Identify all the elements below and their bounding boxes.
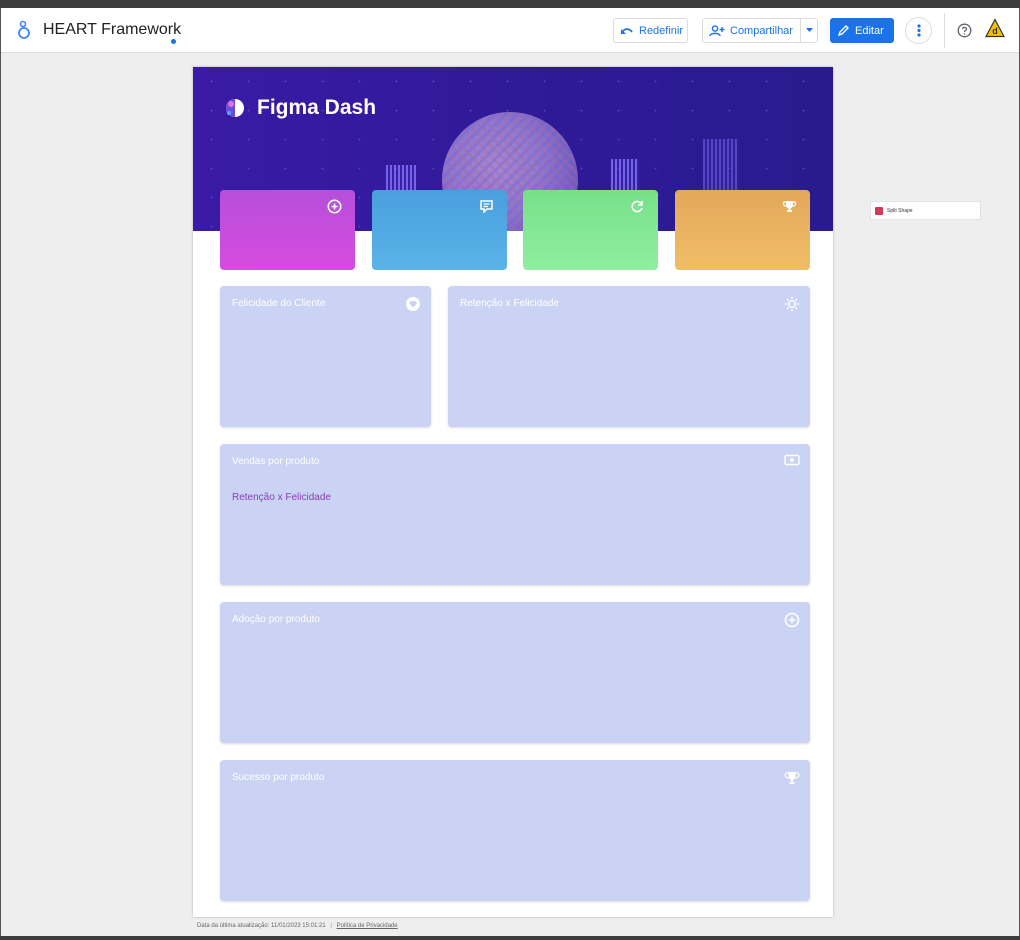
title-cursor-dot (171, 39, 176, 44)
share-dropdown-toggle[interactable] (800, 19, 817, 42)
warning-icon[interactable]: d (985, 18, 1005, 38)
pencil-icon (837, 25, 849, 37)
refresh-icon (631, 200, 643, 213)
kpi-card-success[interactable] (675, 190, 810, 270)
help-icon[interactable] (957, 23, 972, 38)
sun-icon (784, 296, 800, 312)
reset-button-label: Redefinir (639, 24, 684, 37)
toolbar-divider (944, 13, 945, 48)
plus-circle-icon (784, 612, 800, 628)
edit-button[interactable]: Editar (830, 18, 894, 43)
last-update-text: Data da última atualização: 11/01/2023 1… (197, 923, 326, 929)
share-button[interactable]: Compartilhar (702, 18, 818, 43)
extension-label: Split Shape (887, 208, 913, 214)
dashboard-title: Figma Dash (257, 96, 377, 119)
card-title: Vendas por produto (232, 456, 320, 467)
card-title: Sucesso por produto (232, 772, 325, 783)
kpi-card-happiness[interactable] (220, 190, 355, 270)
customer-happiness-card[interactable]: Felicidade do Cliente (220, 286, 431, 427)
report-canvas: Figma Dash Felicidade do Cliente Retençã… (193, 67, 833, 917)
report-title[interactable]: HEART Framework (43, 21, 181, 39)
card-subtitle: Retenção x Felicidade (232, 492, 331, 503)
app-frame: HEART Framework Redefinir Compartilhar E… (0, 8, 1020, 936)
plus-circle-icon (327, 199, 342, 214)
card-title: Adoção por produto (232, 614, 320, 625)
card-title: Felicidade do Cliente (232, 298, 326, 309)
figma-dash-logo-icon (226, 99, 244, 117)
chat-icon (480, 200, 493, 214)
looker-studio-logo-icon[interactable] (17, 20, 31, 40)
split-shape-icon (875, 207, 883, 215)
chevron-down-icon (805, 28, 813, 32)
success-by-product-card[interactable]: Sucesso por produto (220, 760, 810, 901)
kpi-card-engagement[interactable] (372, 190, 507, 270)
reset-button[interactable]: Redefinir (613, 18, 688, 43)
more-options-button[interactable] (905, 17, 932, 44)
top-toolbar: HEART Framework Redefinir Compartilhar E… (1, 8, 1019, 53)
undo-icon (621, 27, 633, 34)
retention-happiness-card[interactable]: Retenção x Felicidade (448, 286, 810, 427)
footer-separator: | (330, 923, 332, 929)
split-shape-extension-widget[interactable]: Split Shape (870, 201, 981, 220)
trophy-icon (782, 201, 797, 212)
share-button-label: Compartilhar (730, 24, 793, 37)
kpi-card-retention[interactable] (523, 190, 658, 270)
adoption-by-product-card[interactable]: Adoção por produto (220, 602, 810, 743)
privacy-policy-link[interactable]: Política de Privacidade (337, 923, 398, 929)
edit-button-label: Editar (855, 24, 884, 37)
sales-by-product-card[interactable]: Vendas por produto Retenção x Felicidade (220, 444, 810, 585)
money-icon (784, 454, 800, 466)
report-footer: Data da última atualização: 11/01/2023 1… (197, 923, 398, 929)
svg-text:d: d (992, 26, 998, 36)
trophy-icon (784, 772, 800, 784)
heart-circle-icon (406, 297, 420, 311)
more-vert-icon (916, 24, 921, 37)
card-title: Retenção x Felicidade (460, 298, 559, 309)
add-person-icon (709, 24, 725, 36)
